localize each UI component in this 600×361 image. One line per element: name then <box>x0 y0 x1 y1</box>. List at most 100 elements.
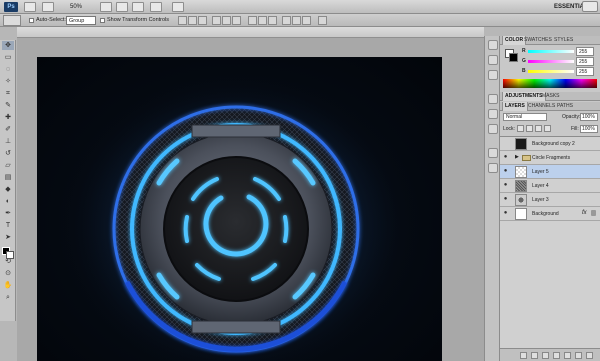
layer-row-layer-3[interactable]: ● Layer 3 <box>500 193 600 207</box>
path-select-icon[interactable]: ➤ <box>2 233 14 242</box>
eraser-icon[interactable]: ▱ <box>2 161 14 170</box>
eye-icon[interactable]: ● <box>502 210 509 217</box>
blend-mode-dropdown[interactable]: Normal <box>503 113 547 121</box>
lasso-icon[interactable]: ◌ <box>2 65 14 74</box>
red-value[interactable]: 255 <box>576 47 594 56</box>
delete-layer-icon[interactable] <box>586 352 593 359</box>
arrange-documents-icon[interactable] <box>150 2 162 12</box>
clone-source-icon[interactable] <box>488 148 498 158</box>
add-style-icon[interactable] <box>531 352 538 359</box>
tab-masks[interactable]: MASKS <box>540 92 562 101</box>
color-panel-icon[interactable] <box>488 55 498 65</box>
lock-position-icon[interactable] <box>535 125 542 132</box>
background-swatch[interactable] <box>6 251 14 259</box>
layer-effects-icon[interactable]: fx <box>582 209 587 218</box>
green-value[interactable]: 255 <box>576 57 594 66</box>
tool-preset-picker[interactable] <box>3 15 21 26</box>
add-mask-icon[interactable] <box>542 352 549 359</box>
align-right-icon[interactable] <box>232 16 241 25</box>
show-transform-checkbox[interactable] <box>100 18 105 23</box>
expand-group-icon[interactable]: ▶ <box>515 154 519 161</box>
link-layers-icon[interactable] <box>520 352 527 359</box>
align-center-icon[interactable] <box>222 16 231 25</box>
tab-channels[interactable]: CHANNELS <box>526 102 557 111</box>
info-panel-icon[interactable] <box>488 70 498 80</box>
crop-icon[interactable]: ⌗ <box>2 89 14 98</box>
eye-icon[interactable]: ● <box>502 168 509 175</box>
history-panel-icon[interactable] <box>488 40 498 50</box>
magic-wand-icon[interactable]: ✧ <box>2 77 14 86</box>
hand-tool-icon[interactable] <box>100 2 112 12</box>
lock-all-icon[interactable] <box>544 125 551 132</box>
blue-slider[interactable] <box>528 70 574 73</box>
lock-image-icon[interactable] <box>526 125 533 132</box>
zoom-level[interactable]: 50% <box>70 2 82 12</box>
type-icon[interactable]: T <box>2 221 14 230</box>
layer-row-background[interactable]: ● Background fx <box>500 207 600 221</box>
green-slider[interactable] <box>528 60 574 63</box>
visibility-off-icon[interactable] <box>502 140 509 147</box>
opacity-input[interactable]: 100% <box>580 113 598 121</box>
search-icon[interactable] <box>582 1 598 12</box>
fill-input[interactable]: 100% <box>580 125 598 133</box>
layer-row-layer-4[interactable]: ● Layer 4 <box>500 179 600 193</box>
new-group-icon[interactable] <box>564 352 571 359</box>
marquee-icon[interactable]: ▭ <box>2 53 14 62</box>
rotate-view-icon[interactable] <box>132 2 144 12</box>
new-layer-icon[interactable] <box>575 352 582 359</box>
distribute-center-icon[interactable] <box>292 16 301 25</box>
dodge-icon[interactable]: ◐ <box>2 197 14 206</box>
tab-adjustments[interactable]: ADJUSTMENTS <box>502 92 546 101</box>
align-top-icon[interactable] <box>178 16 187 25</box>
zoom-tool-icon[interactable] <box>116 2 128 12</box>
layer-row-background-copy-2[interactable]: Background copy 2 <box>500 137 600 151</box>
distribute-right-icon[interactable] <box>302 16 311 25</box>
layers-list: Background copy 2 ● ▶ Circle Fragments ●… <box>500 136 600 348</box>
zoom-icon[interactable]: ⌕ <box>2 293 14 302</box>
gradient-icon[interactable]: ▤ <box>2 173 14 182</box>
distribute-top-icon[interactable] <box>248 16 257 25</box>
align-bottom-icon[interactable] <box>198 16 207 25</box>
stamp-icon[interactable]: ⊥ <box>2 137 14 146</box>
blue-value[interactable]: 255 <box>576 67 594 76</box>
color-spectrum[interactable] <box>503 79 597 88</box>
eye-icon[interactable]: ● <box>502 182 509 189</box>
auto-align-icon[interactable] <box>318 16 327 25</box>
3d-orbit-icon[interactable]: ⊙ <box>2 269 14 278</box>
view-extras-icon[interactable] <box>42 2 54 12</box>
distribute-bottom-icon[interactable] <box>268 16 277 25</box>
paragraph-panel-icon[interactable] <box>488 109 498 119</box>
eyedropper-icon[interactable]: ✎ <box>2 101 14 110</box>
align-left-icon[interactable] <box>212 16 221 25</box>
lock-transparent-icon[interactable] <box>517 125 524 132</box>
tab-layers[interactable]: LAYERS <box>502 102 528 111</box>
actions-panel-icon[interactable] <box>488 124 498 134</box>
healing-icon[interactable]: ✚ <box>2 113 14 122</box>
bridge-icon[interactable] <box>24 2 36 12</box>
move-icon[interactable]: ✥ <box>2 41 14 50</box>
background-color-swatch[interactable] <box>509 53 518 62</box>
hand-icon[interactable]: ✋ <box>2 281 14 290</box>
adjustment-layer-icon[interactable] <box>553 352 560 359</box>
align-middle-icon[interactable] <box>188 16 197 25</box>
red-slider[interactable] <box>528 50 574 53</box>
distribute-left-icon[interactable] <box>282 16 291 25</box>
auto-select-checkbox[interactable] <box>29 18 34 23</box>
blur-icon[interactable]: ◆ <box>2 185 14 194</box>
screen-mode-icon[interactable] <box>172 2 184 12</box>
brush-icon[interactable]: ✐ <box>2 125 14 134</box>
pen-icon[interactable]: ✒ <box>2 209 14 218</box>
tab-paths[interactable]: PATHS <box>555 102 575 111</box>
history-brush-icon[interactable]: ↺ <box>2 149 14 158</box>
auto-select-dropdown[interactable]: Group <box>66 16 96 25</box>
layer-row-layer-5[interactable]: ● Layer 5 <box>500 165 600 179</box>
character-panel-icon[interactable] <box>488 94 498 104</box>
tab-styles[interactable]: STYLES <box>552 36 575 45</box>
document-canvas[interactable] <box>37 57 442 361</box>
notes-panel-icon[interactable] <box>488 163 498 173</box>
eye-icon[interactable]: ● <box>502 196 509 203</box>
distribute-middle-icon[interactable] <box>258 16 267 25</box>
tab-swatches[interactable]: SWATCHES <box>522 36 554 45</box>
layer-row-circle-fragments[interactable]: ● ▶ Circle Fragments <box>500 151 600 165</box>
eye-icon[interactable]: ● <box>502 154 509 161</box>
